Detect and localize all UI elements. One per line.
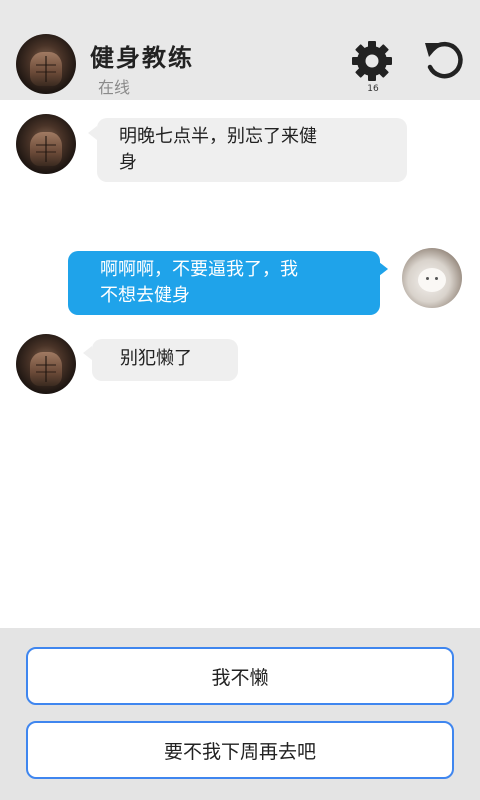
bubble-tail [83,346,92,360]
message-bubble-outgoing: 啊啊啊，不要逼我了，我 不想去健身 [68,251,380,315]
user-avatar[interactable] [402,248,462,308]
message-text-line: 啊啊啊，不要逼我了，我 [100,259,298,280]
message-text-line: 明晚七点半，别忘了来健 [119,126,317,147]
message-text-line: 身 [119,152,137,173]
coach-avatar[interactable] [16,114,76,174]
reply-option-button[interactable]: 我不懒 [26,647,454,705]
message-text-line: 不想去健身 [100,285,190,306]
message-bubble: 明晚七点半，别忘了来健 身 [97,118,407,182]
message-text-line: 别犯懒了 [120,348,192,369]
settings-count: 16 [367,84,379,94]
bubble-tail [379,262,388,276]
reply-options-panel: 我不懒 要不我下周再去吧 [0,628,480,800]
chat-header: 健身教练 在线 16 [0,0,480,100]
settings-button[interactable] [348,38,396,84]
online-status: 在线 [98,78,131,97]
reset-button[interactable] [420,36,468,84]
reply-option-button[interactable]: 要不我下周再去吧 [26,721,454,779]
bubble-tail [88,126,97,140]
message-bubble: 别犯懒了 [92,339,238,381]
chat-title: 健身教练 [90,44,194,72]
gear-icon [352,41,392,81]
undo-icon [425,41,463,79]
coach-avatar[interactable] [16,34,76,94]
coach-avatar[interactable] [16,334,76,394]
